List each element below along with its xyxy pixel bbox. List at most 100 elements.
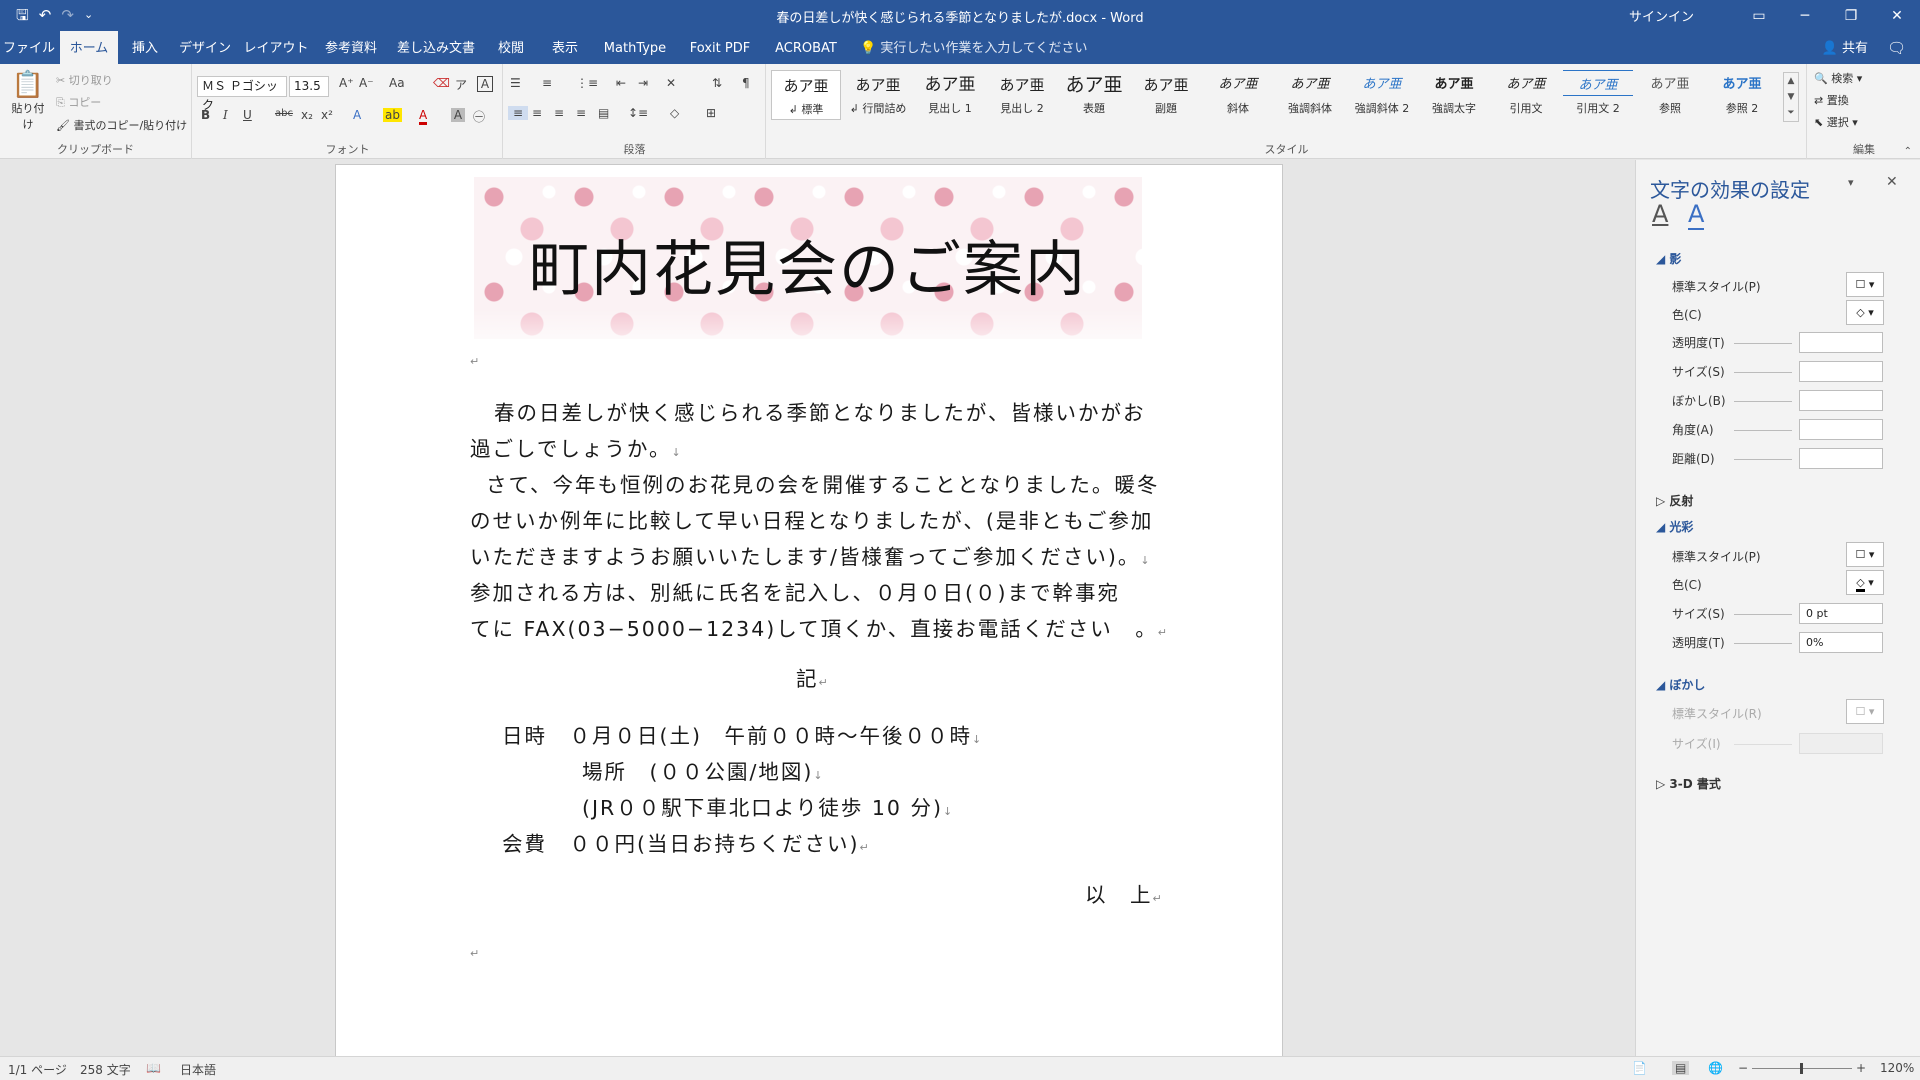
style-title[interactable]: あア亜 表題	[1059, 70, 1129, 120]
text-effects-icon[interactable]: A	[353, 108, 361, 122]
enclose-characters-icon[interactable]: ㊀	[473, 108, 485, 125]
minimize-button[interactable]: ─	[1782, 8, 1828, 24]
sort-icon[interactable]: ⇅	[712, 76, 722, 90]
signin-link[interactable]: サインイン	[1629, 6, 1694, 25]
align-right-icon[interactable]: ≡	[554, 106, 564, 120]
style-emphasis[interactable]: あア亜 斜体	[1203, 70, 1273, 120]
style-strong[interactable]: あア亜 強調太字	[1419, 70, 1489, 120]
shadow-blur-slider[interactable]	[1734, 401, 1792, 402]
style-intense-reference[interactable]: あア亜 参照 2	[1707, 70, 1777, 120]
share-button[interactable]: 👤 共有	[1822, 31, 1868, 64]
language-indicator[interactable]: 日本語	[180, 1061, 216, 1078]
bold-button[interactable]: B	[201, 108, 210, 122]
copy-button[interactable]: ⎘ コピー	[56, 94, 101, 110]
style-subtle-reference[interactable]: あア亜 参照	[1635, 70, 1705, 120]
justify-icon[interactable]: ≡	[576, 106, 586, 120]
pane-options-icon[interactable]: ▾	[1848, 176, 1854, 189]
shadow-transparency-slider[interactable]	[1734, 343, 1792, 344]
subscript-button[interactable]: x₂	[301, 108, 313, 122]
shadow-section-header[interactable]: ◢ 影	[1656, 250, 1681, 267]
underline-button[interactable]: U	[243, 108, 252, 122]
text-fill-outline-icon[interactable]: A	[1652, 200, 1668, 228]
zoom-in-button[interactable]: +	[1856, 1061, 1866, 1075]
three-d-format-section-header[interactable]: ▷ 3-D 書式	[1656, 775, 1721, 792]
document-page[interactable]: 町内花見会のご案内 ↵ 春の日差しが快く感じられる季節となりましたが、皆様いかが…	[335, 164, 1283, 1056]
cut-button[interactable]: ✂ 切り取り	[56, 72, 113, 88]
shadow-preset-dropdown[interactable]: ☐ ▾	[1846, 272, 1884, 297]
font-size-dropdown[interactable]: 13.5	[289, 76, 329, 97]
soft-edges-section-header[interactable]: ◢ ぼかし	[1656, 676, 1705, 693]
tab-mathtype[interactable]: MathType	[598, 31, 672, 64]
character-shading-icon[interactable]: A	[451, 108, 465, 122]
increase-indent-icon[interactable]: ⇥	[638, 76, 648, 90]
superscript-button[interactable]: x²	[321, 108, 333, 122]
glow-size-slider[interactable]	[1734, 614, 1792, 615]
tab-review[interactable]: 校閲	[486, 31, 536, 64]
tell-me-search[interactable]: 💡 実行したい作業を入力してください	[860, 31, 1088, 64]
shadow-distance-slider[interactable]	[1734, 459, 1792, 460]
font-name-dropdown[interactable]: ＭＳ Ｐゴシック	[197, 76, 287, 112]
format-painter-button[interactable]: 🖌 書式のコピー/貼り付け	[56, 117, 187, 133]
style-no-spacing[interactable]: あア亜 ↲ 行間詰め	[843, 70, 913, 120]
glow-color-dropdown[interactable]: ◇ ▾	[1846, 570, 1884, 595]
collapse-ribbon-icon[interactable]: ⌃	[1904, 146, 1912, 157]
zoom-out-button[interactable]: −	[1738, 1061, 1748, 1075]
restore-button[interactable]: ❐	[1828, 8, 1874, 24]
style-intense-emphasis[interactable]: あア亜 強調斜体 2	[1347, 70, 1417, 120]
tab-home[interactable]: ホーム	[60, 31, 118, 64]
glow-size-spin[interactable]: 0 pt	[1799, 603, 1883, 624]
tab-insert[interactable]: 挿入	[122, 31, 168, 64]
decrease-indent-icon[interactable]: ⇤	[616, 76, 626, 90]
style-heading-1[interactable]: あア亜 見出し 1	[915, 70, 985, 120]
zoom-slider-thumb[interactable]	[1800, 1063, 1803, 1074]
font-color-icon[interactable]: A	[419, 108, 428, 125]
shading-icon[interactable]: ◇	[670, 106, 679, 120]
print-layout-icon[interactable]: ▤	[1672, 1061, 1690, 1075]
tab-design[interactable]: デザイン	[174, 31, 236, 64]
align-left-icon[interactable]: ≡	[508, 106, 528, 120]
borders-icon[interactable]: ⊞	[706, 106, 716, 120]
word-count[interactable]: 258 文字	[80, 1061, 131, 1078]
shrink-font-icon[interactable]: A⁻	[359, 76, 374, 90]
style-intense-quote[interactable]: あア亜 引用文 2	[1563, 70, 1633, 120]
glow-transparency-spin[interactable]: 0%	[1799, 632, 1883, 653]
soft-edges-size-spin[interactable]	[1799, 733, 1883, 754]
tab-view[interactable]: 表示	[540, 31, 590, 64]
shadow-angle-spin[interactable]	[1799, 419, 1883, 440]
align-center-icon[interactable]: ≡	[532, 106, 542, 120]
web-layout-icon[interactable]: 🌐	[1708, 1061, 1723, 1075]
glow-section-header[interactable]: ◢ 光彩	[1656, 518, 1693, 535]
zoom-level[interactable]: 120%	[1880, 1061, 1914, 1075]
soft-edges-preset-dropdown[interactable]: ☐ ▾	[1846, 699, 1884, 724]
ribbon-display-options-icon[interactable]: ▭	[1736, 8, 1782, 24]
style-subtle-emphasis[interactable]: あア亜 強調斜体	[1275, 70, 1345, 120]
paste-button[interactable]: 📋 貼り付け	[8, 70, 48, 132]
shadow-blur-spin[interactable]	[1799, 390, 1883, 411]
bullets-icon[interactable]: ☰	[510, 76, 521, 90]
reflection-section-header[interactable]: ▷ 反射	[1656, 492, 1693, 509]
highlight-icon[interactable]: ab	[383, 108, 402, 122]
grow-font-icon[interactable]: A⁺	[339, 76, 354, 90]
comments-icon[interactable]: 🗨	[1887, 31, 1906, 64]
shadow-distance-spin[interactable]	[1799, 448, 1883, 469]
style-heading-2[interactable]: あア亜 見出し 2	[987, 70, 1057, 120]
line-spacing-icon[interactable]: ↕≡	[628, 106, 648, 120]
glow-transparency-slider[interactable]	[1734, 643, 1792, 644]
phonetic-guide-icon[interactable]: ア	[455, 76, 467, 93]
italic-button[interactable]: I	[223, 108, 228, 122]
strikethrough-button[interactable]: abc	[275, 108, 293, 119]
style-subtitle[interactable]: あア亜 副題	[1131, 70, 1201, 120]
replace-button[interactable]: ⇄ 置換	[1814, 92, 1849, 108]
shadow-angle-slider[interactable]	[1734, 430, 1792, 431]
glow-preset-dropdown[interactable]: ☐ ▾	[1846, 542, 1884, 567]
close-button[interactable]: ✕	[1874, 8, 1920, 24]
shadow-transparency-spin[interactable]	[1799, 332, 1883, 353]
shadow-size-slider[interactable]	[1734, 372, 1792, 373]
styles-scroll[interactable]: ▲ ▼ ⏷	[1783, 72, 1799, 122]
pane-close-icon[interactable]: ✕	[1886, 174, 1898, 190]
show-marks-icon[interactable]: ¶	[742, 76, 750, 90]
numbering-icon[interactable]: ≡	[542, 76, 552, 90]
page-count[interactable]: 1/1 ページ	[8, 1061, 67, 1078]
tab-file[interactable]: ファイル	[0, 31, 58, 64]
distributed-icon[interactable]: ▤	[598, 106, 609, 120]
